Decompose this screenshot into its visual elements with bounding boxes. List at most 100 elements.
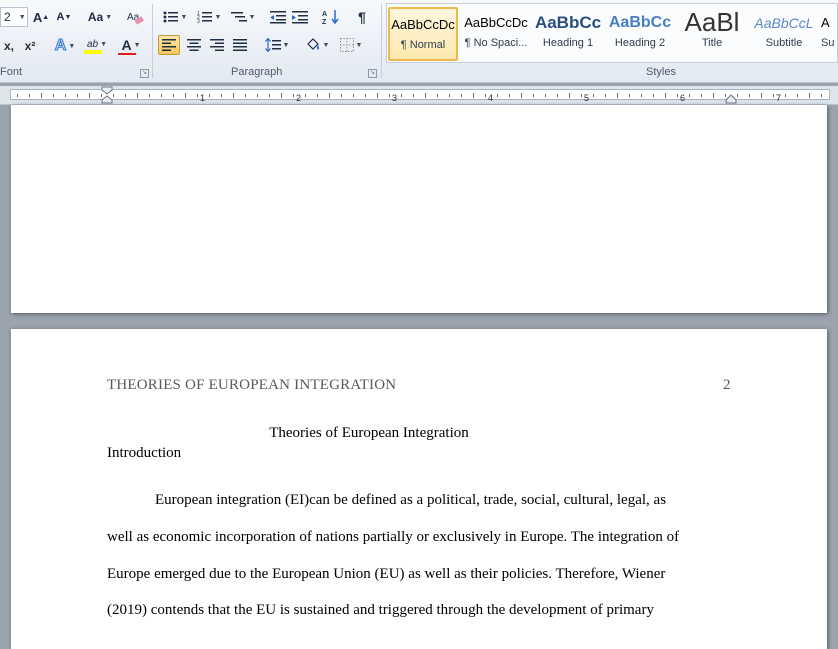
running-head: THEORIES OF EUROPEAN INTEGRATION: [107, 377, 397, 393]
font-group-label: Font: [0, 66, 23, 78]
ruler-tick: [221, 94, 222, 97]
style-subtle-emphasis[interactable]: A Su: [821, 7, 838, 61]
ruler-tick: [773, 94, 774, 97]
chevron-down-icon: ▼: [100, 40, 108, 48]
justify-button[interactable]: [229, 35, 251, 55]
ruler-tick: [641, 94, 642, 97]
styles-gallery: AaBbCcDc ¶ Normal AaBbCcDc ¶ No Spaci...…: [386, 3, 838, 63]
grow-font-button[interactable]: A ▲: [32, 7, 50, 27]
style-title[interactable]: AaBl Title: [677, 7, 747, 61]
first-line-indent-marker[interactable]: [101, 86, 113, 104]
horizontal-ruler[interactable]: 1 2 3 4 5 6 7: [0, 86, 838, 105]
justify-icon: [233, 39, 247, 51]
align-right-icon: [210, 39, 224, 51]
ruler-tick: [653, 94, 654, 97]
sort-button[interactable]: AZ: [320, 7, 342, 27]
ruler-tick: [737, 94, 738, 97]
ruler-number: 7: [776, 93, 782, 103]
align-right-button[interactable]: [206, 35, 228, 55]
paragraph-dialog-launcher[interactable]: ↘: [368, 69, 377, 78]
document-page-1[interactable]: [11, 105, 827, 313]
paragraph-group-label: Paragraph: [231, 66, 283, 78]
body-line: Europe emerged due to the European Union…: [107, 566, 666, 582]
style-preview: AaBbCcDc: [391, 17, 455, 32]
shading-button[interactable]: ▼: [302, 35, 332, 55]
ruler-tick: [257, 94, 258, 97]
bullets-button[interactable]: ▼: [160, 7, 190, 27]
style-name: Su: [821, 37, 835, 49]
ruler-tick: [53, 94, 54, 97]
font-color-button[interactable]: A ▼: [116, 36, 146, 56]
highlight-button[interactable]: ab ▼: [82, 36, 112, 56]
ruler-tick: [497, 94, 498, 97]
increase-indent-button[interactable]: [290, 7, 310, 27]
style-heading-2[interactable]: AaBbCc Heading 2: [605, 7, 675, 61]
style-preview: A: [821, 15, 830, 30]
text-effects-button[interactable]: A ▼: [52, 36, 78, 56]
numbering-button[interactable]: 1 2 3 ▼: [194, 7, 224, 27]
align-center-button[interactable]: [183, 35, 205, 55]
style-name: Subtitle: [765, 37, 803, 49]
decrease-indent-icon: [270, 11, 286, 24]
ribbon: 2 ▼ A ▲ A ▼ Aa ▼ Aa x, x² A ▼ ab ▼ A ▼ Font ↘ …: [0, 0, 838, 83]
subscript-button[interactable]: x,: [0, 36, 18, 56]
document-page-2[interactable]: THEORIES OF EUROPEAN INTEGRATION 2 Theor…: [11, 329, 827, 649]
ruler-number: 2: [296, 93, 302, 103]
font-dialog-launcher[interactable]: ↘: [140, 69, 149, 78]
increase-indent-icon: [292, 11, 308, 24]
ruler-tick: [89, 93, 90, 98]
ruler-tick: [437, 94, 438, 97]
style-name: ¶ Normal: [400, 39, 446, 51]
right-indent-marker[interactable]: [725, 92, 737, 104]
align-left-button[interactable]: [158, 35, 180, 55]
ruler-tick: [41, 93, 42, 98]
ruler-tick: [677, 94, 678, 97]
clear-formatting-icon: Aa: [127, 12, 144, 25]
grow-arrow-icon: ▲: [42, 13, 50, 21]
style-preview: AaBbCcL: [754, 15, 814, 31]
chevron-down-icon: ▼: [180, 13, 188, 21]
borders-icon: [339, 38, 354, 52]
style-name: ¶ No Spaci...: [464, 37, 528, 49]
ruler-tick: [389, 94, 390, 97]
change-case-button[interactable]: Aa ▼: [86, 7, 114, 27]
ruler-tick: [449, 94, 450, 97]
line-spacing-icon: [264, 38, 281, 52]
style-preview: AaBbCc: [534, 13, 602, 32]
ruler-tick: [593, 94, 594, 97]
ruler-tick: [377, 93, 378, 98]
multilevel-list-button[interactable]: ▼: [228, 7, 258, 27]
ruler-tick: [401, 94, 402, 97]
clear-formatting-button[interactable]: Aa: [124, 7, 146, 27]
ruler-tick: [461, 94, 462, 97]
shrink-font-button[interactable]: A ▼: [55, 7, 73, 27]
ruler-track: 1 2 3 4 5 6 7: [10, 89, 830, 103]
superscript-button[interactable]: x²: [20, 36, 40, 56]
style-no-spacing[interactable]: AaBbCcDc ¶ No Spaci...: [461, 7, 531, 61]
ruler-tick: [269, 94, 270, 97]
ruler-tick: [713, 93, 714, 98]
ruler-tick: [785, 94, 786, 97]
section-heading: Introduction: [107, 445, 182, 461]
ruler-tick: [233, 93, 234, 98]
bullets-icon: [163, 11, 178, 23]
ruler-tick: [353, 94, 354, 97]
ruler-tick: [365, 94, 366, 97]
style-name: Title: [701, 37, 723, 49]
page-number: 2: [723, 377, 731, 393]
style-subtitle[interactable]: AaBbCcL Subtitle: [749, 7, 819, 61]
ruler-tick: [341, 94, 342, 97]
ruler-tick: [509, 94, 510, 97]
style-normal[interactable]: AaBbCcDc ¶ Normal: [388, 7, 458, 61]
borders-button[interactable]: ▼: [336, 35, 366, 55]
decrease-indent-button[interactable]: [268, 7, 288, 27]
show-formatting-marks-button[interactable]: ¶: [352, 7, 372, 27]
ruler-tick: [701, 94, 702, 97]
ruler-number: 1: [200, 93, 206, 103]
ruler-tick: [533, 94, 534, 97]
line-spacing-button[interactable]: ▼: [262, 35, 292, 55]
style-heading-1[interactable]: AaBbCc Heading 1: [533, 7, 603, 61]
ruler-tick: [821, 94, 822, 97]
font-size-box[interactable]: 2 ▼: [0, 7, 28, 27]
ruler-tick: [317, 94, 318, 97]
